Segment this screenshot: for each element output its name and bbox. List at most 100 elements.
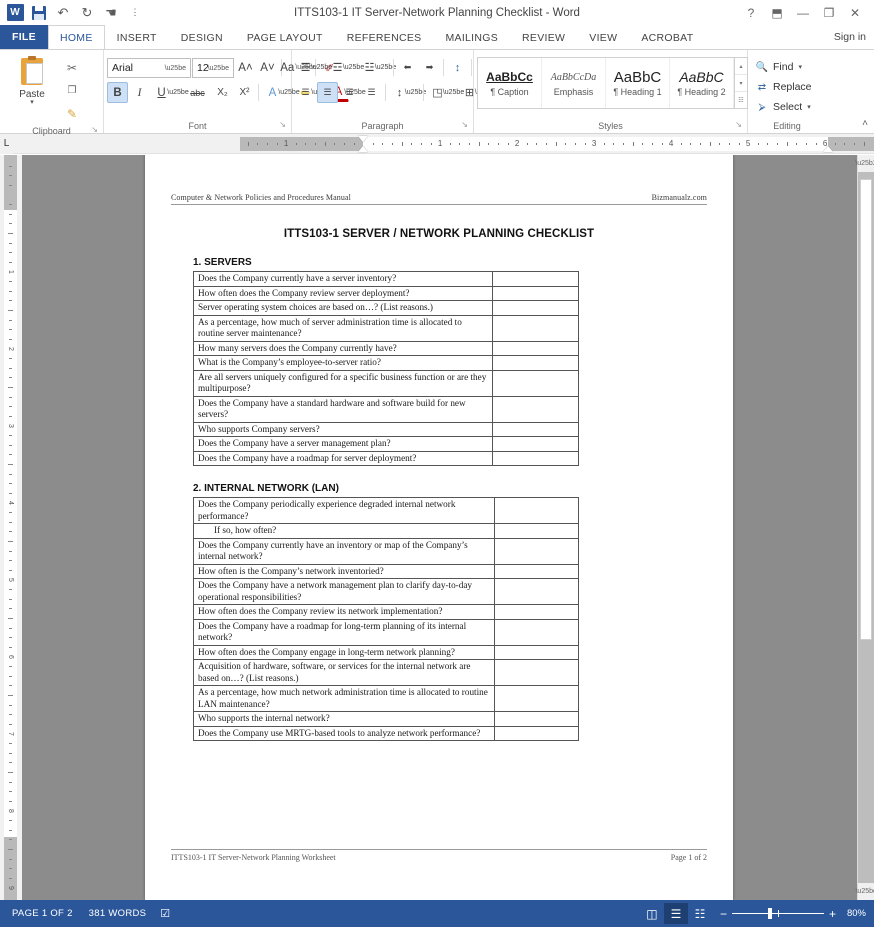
question-cell[interactable]: Who supports Company servers? <box>193 421 493 437</box>
question-cell[interactable]: Does the Company use MRTG-based tools to… <box>193 725 495 741</box>
table-row[interactable]: Does the Company use MRTG-based tools to… <box>193 725 579 741</box>
tab-acrobat[interactable]: ACROBAT <box>629 25 705 49</box>
question-cell[interactable]: Does the Company have a server managemen… <box>193 436 493 452</box>
zoom-in-button[interactable]: + <box>829 908 836 920</box>
sort-button[interactable]: ↕ <box>447 57 468 78</box>
paste-button[interactable]: Paste ▾ <box>3 54 61 106</box>
table-row[interactable]: Does the Company have a roadmap for long… <box>193 618 579 646</box>
line-spacing-caret-icon[interactable]: \u25be <box>405 82 426 103</box>
answer-cell[interactable] <box>492 395 579 423</box>
table-row[interactable]: Acquisition of hardware, software, or se… <box>193 659 579 686</box>
bullets-caret-icon[interactable]: \u25be <box>311 57 332 78</box>
underline-caret-icon[interactable]: \u25be <box>167 82 188 103</box>
style-heading-2[interactable]: AaBbC ¶ Heading 2 <box>670 58 734 108</box>
tab-view[interactable]: VIEW <box>577 25 629 49</box>
table-row[interactable]: How often is the Company’s network inven… <box>193 563 579 579</box>
question-cell[interactable]: Does the Company periodically experience… <box>193 497 495 524</box>
paste-caret-icon[interactable]: ▾ <box>30 99 34 106</box>
select-button[interactable]: ⮚ Select ▾ <box>755 98 811 116</box>
tab-insert[interactable]: INSERT <box>105 25 169 49</box>
question-cell[interactable]: Are all servers uniquely configured for … <box>193 369 493 397</box>
align-center-button[interactable]: ☰ <box>317 82 338 103</box>
table-row[interactable]: Does the Company have a network manageme… <box>193 578 579 605</box>
zoom-out-button[interactable]: − <box>720 908 727 920</box>
question-cell[interactable]: Does the Company have a roadmap for long… <box>193 618 495 646</box>
question-cell[interactable]: What is the Company’s employee-to-server… <box>193 355 493 371</box>
clipboard-dialog-launcher-icon[interactable]: ↘ <box>91 123 98 137</box>
minimize-button[interactable]: — <box>790 2 816 24</box>
table-row[interactable]: Does the Company periodically experience… <box>193 497 579 524</box>
tab-review[interactable]: REVIEW <box>510 25 577 49</box>
font-size-input[interactable]: 12 \u25be <box>192 57 234 78</box>
styles-scroll-up-icon[interactable]: ▴ <box>735 58 747 75</box>
font-size-chevron-down-icon[interactable]: \u25be <box>208 65 229 72</box>
horizontal-ruler[interactable]: 1 1 2 3 4 5 6 <box>240 135 874 152</box>
answer-cell[interactable] <box>494 523 579 539</box>
font-dialog-launcher-icon[interactable]: ↘ <box>279 118 286 132</box>
scrollbar-thumb[interactable] <box>860 179 872 640</box>
table-row[interactable]: How often does the Company engage in lon… <box>193 644 579 660</box>
answer-cell[interactable] <box>494 497 579 524</box>
table-row[interactable]: Does the Company currently have a server… <box>193 271 579 287</box>
tab-file[interactable]: FILE <box>0 25 48 49</box>
question-cell[interactable]: Server operating system choices are base… <box>193 300 493 316</box>
question-cell[interactable]: How often is the Company’s network inven… <box>193 563 495 579</box>
cut-icon[interactable]: ✂ <box>61 57 83 78</box>
answer-cell[interactable] <box>492 340 579 356</box>
vertical-scrollbar[interactable]: \u25b2 \u25bc <box>855 155 874 900</box>
question-cell[interactable]: Does the Company have a network manageme… <box>193 578 495 605</box>
answer-cell[interactable] <box>492 300 579 316</box>
answer-cell[interactable] <box>492 271 579 287</box>
strikethrough-button[interactable]: abc <box>184 82 211 103</box>
select-caret-icon[interactable]: ▾ <box>807 103 811 111</box>
question-cell[interactable]: Who supports the internal network? <box>193 711 495 727</box>
increase-indent-button[interactable]: ➡ <box>419 57 440 78</box>
maximize-button[interactable]: ❐ <box>816 2 842 24</box>
redo-icon[interactable]: ↻ <box>76 3 98 23</box>
replace-button[interactable]: ⇄ Replace <box>755 78 812 96</box>
answer-cell[interactable] <box>494 659 579 686</box>
tab-page-layout[interactable]: PAGE LAYOUT <box>235 25 335 49</box>
multilevel-caret-icon[interactable]: \u25be <box>375 57 396 78</box>
scroll-down-arrow-icon[interactable]: \u25bc <box>855 883 874 900</box>
table-row[interactable]: As a percentage, how much of server admi… <box>193 314 579 342</box>
read-mode-button[interactable]: ◫ <box>640 903 664 924</box>
table-row[interactable]: How often does the Company review server… <box>193 285 579 301</box>
question-cell[interactable]: How often does the Company review its ne… <box>193 604 495 620</box>
align-right-button[interactable]: ☰ <box>339 82 360 103</box>
answer-cell[interactable] <box>494 604 579 620</box>
answer-cell[interactable] <box>492 450 579 466</box>
document-page[interactable]: Computer & Network Policies and Procedur… <box>145 155 733 900</box>
table-row[interactable]: Server operating system choices are base… <box>193 300 579 316</box>
table-row[interactable]: What is the Company’s employee-to-server… <box>193 355 579 371</box>
tab-mailings[interactable]: MAILINGS <box>433 25 510 49</box>
bold-button[interactable]: B <box>107 82 128 103</box>
table-row[interactable]: Who supports Company servers? <box>193 421 579 437</box>
document-canvas[interactable]: Computer & Network Policies and Procedur… <box>22 155 857 900</box>
table-row[interactable]: How often does the Company review its ne… <box>193 604 579 620</box>
shrink-font-button[interactable]: A˅ <box>257 57 278 78</box>
style-heading-1[interactable]: AaBbC ¶ Heading 1 <box>606 58 670 108</box>
italic-button[interactable]: I <box>129 82 150 103</box>
touch-mode-icon[interactable]: ☚ <box>100 3 122 23</box>
vertical-ruler[interactable]: 1 2 3 4 5 6 7 8 9 <box>0 155 22 900</box>
question-cell[interactable]: As a percentage, how much of server admi… <box>193 314 493 342</box>
table-row[interactable]: If so, how often? <box>193 523 579 539</box>
answer-cell[interactable] <box>492 314 579 342</box>
question-cell[interactable]: If so, how often? <box>193 523 495 539</box>
answer-cell[interactable] <box>494 711 579 727</box>
tab-home[interactable]: HOME <box>47 25 105 49</box>
copy-icon[interactable]: ❐ <box>61 80 83 101</box>
question-cell[interactable]: Does the Company have a standard hardwar… <box>193 395 493 423</box>
style-caption[interactable]: AaBbCc ¶ Caption <box>478 58 542 108</box>
question-cell[interactable]: As a percentage, how much network admini… <box>193 685 495 712</box>
answer-cell[interactable] <box>492 436 579 452</box>
decrease-indent-button[interactable]: ⬅ <box>397 57 418 78</box>
numbering-caret-icon[interactable]: \u25be <box>343 57 364 78</box>
format-painter-icon[interactable]: ✎ <box>61 103 83 124</box>
styles-scroll-down-icon[interactable]: ▾ <box>735 75 747 92</box>
zoom-level-label[interactable]: 80% <box>844 908 870 919</box>
grow-font-button[interactable]: A˄ <box>235 57 256 78</box>
question-cell[interactable]: Does the Company have a roadmap for serv… <box>193 450 493 466</box>
font-name-chevron-down-icon[interactable]: \u25be <box>165 65 186 72</box>
